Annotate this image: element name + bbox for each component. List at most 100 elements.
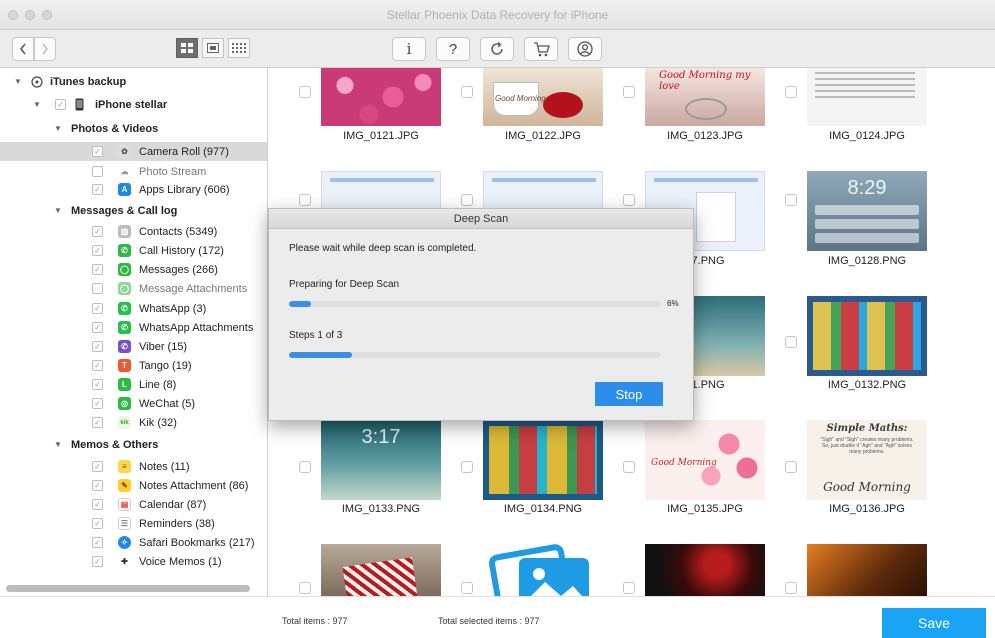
tile-checkbox[interactable] — [299, 582, 311, 594]
tree-item-calendar[interactable]: ✓ ▤ Calendar (87) — [0, 495, 267, 514]
tile-checkbox[interactable] — [785, 582, 797, 594]
tree-item-whatsapp[interactable]: ✓ ✆ WhatsApp (3) — [0, 299, 267, 318]
checkbox[interactable]: ✓ — [92, 417, 103, 428]
image-thumbnail[interactable]: 8:29 — [807, 171, 927, 251]
tree-item-reminders[interactable]: ✓ ☰ Reminders (38) — [0, 514, 267, 533]
tree-group-photos-videos[interactable]: ▼ Photos & Videos — [0, 119, 267, 138]
help-button[interactable]: ? — [436, 37, 470, 61]
tile-checkbox[interactable] — [785, 86, 797, 98]
image-thumbnail[interactable]: Good Morning — [483, 68, 603, 126]
disclosure-triangle-icon[interactable]: ▼ — [33, 100, 41, 109]
tile-checkbox[interactable] — [623, 461, 635, 473]
tree-item-viber[interactable]: ✓ ✆ Viber (15) — [0, 337, 267, 356]
checkbox[interactable]: ✓ — [92, 379, 103, 390]
checkbox[interactable]: ✓ — [92, 537, 103, 548]
tree-item-camera-roll[interactable]: ✓ ✿ Camera Roll (977) — [0, 142, 267, 161]
view-small-grid-button[interactable] — [228, 38, 250, 58]
image-thumbnail[interactable]: Good Morning — [645, 420, 765, 500]
checkbox[interactable]: ✓ — [92, 556, 103, 567]
tree-item-whatsapp-attachments[interactable]: ✓ ✆ WhatsApp Attachments — [0, 318, 267, 337]
checkbox[interactable]: ✓ — [92, 398, 103, 409]
image-thumbnail[interactable] — [645, 544, 765, 596]
checkbox[interactable]: ✓ — [92, 499, 103, 510]
view-medium-grid-button[interactable] — [202, 38, 224, 58]
disclosure-triangle-icon[interactable]: ▼ — [54, 124, 62, 133]
stop-button[interactable]: Stop — [595, 382, 663, 406]
tile-checkbox[interactable] — [299, 194, 311, 206]
steps-fill — [289, 352, 353, 358]
image-thumbnail[interactable]: Simple Maths: "Sigh" and "Sigh" creates … — [807, 420, 927, 500]
disclosure-triangle-icon[interactable]: ▼ — [54, 440, 62, 449]
tree-item-contacts[interactable]: ✓ ▥ Contacts (5349) — [0, 222, 267, 241]
checkbox[interactable]: ✓ — [92, 226, 103, 237]
checkbox[interactable]: ✓ — [92, 184, 103, 195]
image-thumbnail[interactable] — [807, 68, 927, 126]
checkbox[interactable]: ✓ — [92, 360, 103, 371]
checkbox[interactable]: ✓ — [92, 303, 103, 314]
tree-item-apps-library[interactable]: ✓ A Apps Library (606) — [0, 180, 267, 199]
tree-item-safari-bookmarks[interactable]: ✓ ✧ Safari Bookmarks (217) — [0, 533, 267, 552]
tile-checkbox[interactable] — [623, 194, 635, 206]
checkbox[interactable]: ✓ — [92, 264, 103, 275]
tree-item-line[interactable]: ✓ L Line (8) — [0, 375, 267, 394]
tree-item-message-attachments[interactable]: ◯ Message Attachments — [0, 279, 267, 298]
checkbox[interactable]: ✓ — [92, 322, 103, 333]
checkbox[interactable]: ✓ — [92, 518, 103, 529]
view-large-grid-button[interactable] — [176, 38, 198, 58]
tree-label: Photo Stream — [139, 165, 207, 178]
tree-item-itunes-backup[interactable]: ▼ iTunes backup — [0, 72, 267, 91]
steps-progress-bar — [289, 352, 661, 358]
checkbox[interactable]: ✓ — [92, 146, 103, 157]
tree-item-wechat[interactable]: ✓ ◎ WeChat (5) — [0, 394, 267, 413]
info-button[interactable]: i — [392, 37, 426, 61]
tile-checkbox[interactable] — [461, 86, 473, 98]
account-button[interactable] — [568, 37, 602, 61]
image-thumbnail[interactable] — [483, 420, 603, 500]
nav-forward-button[interactable] — [34, 37, 56, 61]
tree-group-messages-call-log[interactable]: ▼ Messages & Call log — [0, 201, 267, 220]
tree-item-notes[interactable]: ✓ ≡ Notes (11) — [0, 457, 267, 476]
tile-checkbox[interactable] — [623, 582, 635, 594]
tree-item-notes-attachment[interactable]: ✓ ✎ Notes Attachment (86) — [0, 476, 267, 495]
total-selected-text: Total selected items : 977 — [438, 616, 540, 626]
image-thumbnail[interactable] — [807, 296, 927, 376]
refresh-button[interactable] — [480, 37, 514, 61]
disclosure-triangle-icon[interactable]: ▼ — [54, 206, 62, 215]
save-button[interactable]: Save — [882, 608, 986, 638]
tile-checkbox[interactable] — [785, 461, 797, 473]
checkbox[interactable] — [92, 283, 103, 294]
tile-checkbox[interactable] — [299, 86, 311, 98]
checkbox[interactable]: ✓ — [92, 341, 103, 352]
image-thumbnail[interactable] — [321, 544, 441, 596]
tile-checkbox[interactable] — [461, 461, 473, 473]
tile-checkbox[interactable] — [461, 582, 473, 594]
checkbox[interactable]: ✓ — [92, 480, 103, 491]
image-thumbnail[interactable]: Good Morning my love — [645, 68, 765, 126]
checkbox[interactable]: ✓ — [55, 99, 66, 110]
disclosure-triangle-icon[interactable]: ▼ — [14, 77, 22, 86]
tile-checkbox[interactable] — [785, 336, 797, 348]
checkbox[interactable]: ✓ — [92, 461, 103, 472]
checkbox[interactable] — [92, 166, 103, 177]
tree-group-memos-others[interactable]: ▼ Memos & Others — [0, 435, 267, 454]
tree-item-tango[interactable]: ✓ T Tango (19) — [0, 356, 267, 375]
nav-back-button[interactable] — [12, 37, 34, 61]
tree-item-iphone-stellar[interactable]: ▼ ✓ iPhone stellar — [0, 95, 267, 114]
cart-button[interactable] — [524, 37, 558, 61]
checkbox[interactable]: ✓ — [92, 245, 103, 256]
tree-item-kik[interactable]: ✓ kik Kik (32) — [0, 413, 267, 432]
tile-checkbox[interactable] — [785, 194, 797, 206]
image-thumbnail[interactable] — [321, 68, 441, 126]
image-thumbnail[interactable]: 3:17 — [321, 420, 441, 500]
wechat-icon: ◎ — [118, 397, 131, 410]
image-thumbnail[interactable] — [807, 544, 927, 596]
tree-item-call-history[interactable]: ✓ ✆ Call History (172) — [0, 241, 267, 260]
image-thumbnail[interactable] — [483, 544, 603, 596]
tree-item-messages[interactable]: ✓ ◯ Messages (266) — [0, 260, 267, 279]
sidebar-horizontal-scrollbar[interactable] — [6, 585, 250, 592]
tree-item-photo-stream[interactable]: ☁ Photo Stream — [0, 162, 267, 181]
tree-item-voice-memos[interactable]: ✓ ✚ Voice Memos (1) — [0, 552, 267, 571]
tile-checkbox[interactable] — [299, 461, 311, 473]
tile-checkbox[interactable] — [623, 86, 635, 98]
tile-checkbox[interactable] — [461, 194, 473, 206]
